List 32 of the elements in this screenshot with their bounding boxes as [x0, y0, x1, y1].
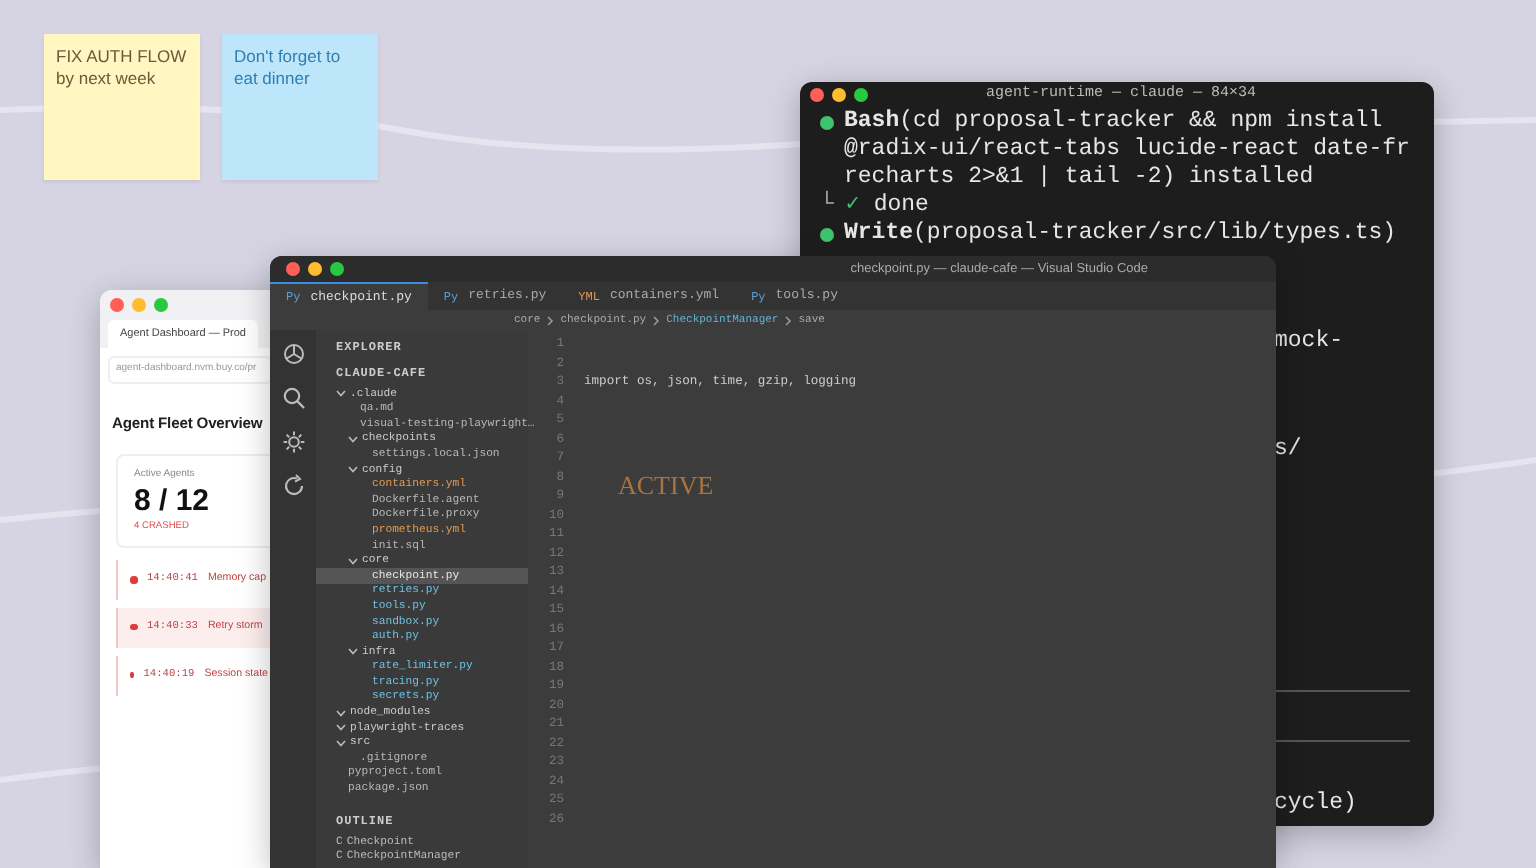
sticky-note: Don't forget to eat dinner	[222, 34, 378, 180]
settings-icon[interactable]	[281, 430, 305, 454]
check-glyph: ✓	[845, 192, 860, 220]
chevron-icon	[652, 315, 661, 325]
terminal-line: @radix-ui/react-tabs lucide-react date-fr	[844, 136, 1410, 164]
terminal-line: Write(proposal-tracker/src/lib/types.ts)	[844, 220, 1397, 248]
window-controls-icon[interactable]	[810, 88, 868, 102]
status-dot-icon	[820, 115, 834, 129]
status-dot-icon	[130, 576, 137, 584]
terminal-line: recharts 2>&1 | tail -2) installed	[844, 164, 1314, 192]
chevron-icon	[546, 315, 555, 325]
terminal-line: mock-	[1274, 328, 1344, 356]
status-dot-icon	[820, 227, 834, 241]
chevron-icon	[348, 646, 358, 657]
sticky-note: FIX AUTH FLOW by next week	[44, 34, 200, 180]
window-controls-icon[interactable]	[286, 262, 344, 276]
chevron-icon	[348, 434, 358, 445]
search-icon[interactable]	[281, 386, 305, 410]
files-icon[interactable]	[281, 342, 305, 366]
branch-glyph: └	[820, 192, 834, 220]
status-dot-icon	[130, 623, 137, 631]
chevron-icon	[784, 315, 793, 325]
sync-icon[interactable]	[281, 474, 305, 498]
terminal-line: Bash(cd proposal-tracker && npm install	[844, 108, 1383, 136]
terminal-line: s/	[1274, 436, 1302, 464]
chevron-icon	[348, 555, 358, 566]
chevron-icon	[348, 464, 358, 475]
status-text: ACTIVE	[618, 468, 714, 504]
terminal-line: cycle)	[1274, 790, 1357, 818]
terminal-line: done	[873, 192, 929, 220]
stat-value: 8 / 12	[134, 483, 212, 520]
chevron-icon	[336, 388, 346, 399]
